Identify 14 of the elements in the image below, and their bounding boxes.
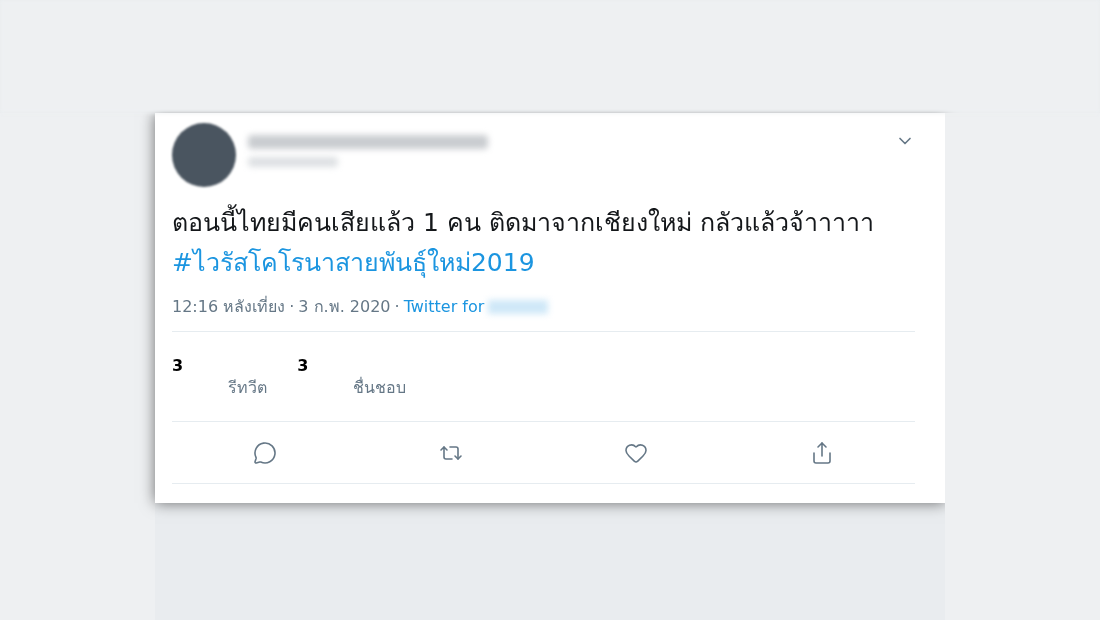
tweet-text: ตอนนี้ไทยมีคนเสียแล้ว 1 คน ติดมาจากเชียงใหม่ กลัวแล้วจ้าาาาา #ไวรัสโคโรนาสายพันธุ์ใหม่2019: [172, 203, 915, 283]
hashtag-link[interactable]: #ไวรัสโคโรนาสายพันธุ์ใหม่2019: [172, 248, 535, 277]
avatar: [172, 123, 236, 187]
stat-count: 3: [297, 355, 309, 377]
blurred-source: [488, 300, 549, 314]
stat-label[interactable]: รีทวีต: [228, 376, 268, 421]
separator-dot: ·: [394, 296, 400, 318]
separator-dot: ·: [289, 296, 295, 318]
reply-icon[interactable]: [252, 440, 277, 465]
source-link[interactable]: Twitter for: [403, 295, 485, 319]
stat-count: 3: [172, 355, 184, 377]
tweet-date: 3 ก.พ. 2020: [298, 296, 391, 318]
tweet-time: 12:16 หลังเที่ยง: [172, 295, 286, 318]
stat-label[interactable]: ชื่นชอบ: [353, 376, 407, 421]
